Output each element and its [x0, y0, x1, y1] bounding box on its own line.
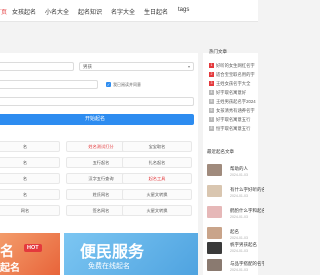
hot-article-item[interactable]: 5 王姓男孩起名字2024: [209, 99, 261, 107]
nav-item-naming-knowledge[interactable]: 起名知识: [78, 7, 102, 16]
hot-article-item[interactable]: 8 恒字取名寓意五行: [209, 126, 261, 134]
article-date: 2024-01-03: [230, 249, 248, 253]
hot-article-title: 适合宝宝取名用的字: [216, 72, 255, 77]
article-title[interactable]: 有什么字好听的名字: [230, 187, 264, 193]
nav-item-name-list[interactable]: 名字大全: [111, 7, 135, 16]
article-thumbnail[interactable]: [207, 164, 222, 176]
hot-article-title: 好听的女生网红名字: [216, 63, 255, 68]
tool-link[interactable]: 网名: [0, 205, 60, 216]
nav-item-nicknames[interactable]: 小名大全: [45, 7, 69, 16]
gender-value: 男孩: [83, 64, 92, 69]
promo-banner-service[interactable]: 便民服务 免费在线起名: [64, 233, 198, 275]
chevron-down-icon: ▾: [187, 64, 190, 69]
hot-article-title: 好字取名寓意五行: [216, 117, 251, 122]
article-title[interactable]: 鹤酌什么字和起名: [230, 208, 264, 214]
article-thumbnail[interactable]: [207, 185, 222, 197]
article-date: 2024-01-03: [230, 215, 248, 219]
hot-article-title: 恒字取名寓意五行: [216, 126, 251, 131]
article-title[interactable]: 帮助的人: [230, 166, 264, 172]
agree-label: 我已阅读并同意: [113, 82, 141, 87]
article-date: 2024-01-03: [230, 194, 248, 198]
article-thumbnail[interactable]: [207, 259, 222, 271]
rank-badge: 2: [209, 72, 214, 78]
article-title[interactable]: 起名: [230, 229, 264, 235]
rank-badge: 7: [209, 117, 214, 123]
article-date: 2024-01-03: [230, 236, 248, 240]
tool-link[interactable]: 名: [0, 173, 60, 184]
article-thumbnail[interactable]: [207, 242, 222, 254]
top-nav: 首页 女孩起名 小名大全 起名知识 名字大全 生日起名 tags: [0, 0, 258, 22]
latest-articles-title: 最近起名文章: [207, 149, 234, 154]
rank-badge: 4: [209, 90, 214, 96]
tool-link[interactable]: 扎名起名: [122, 157, 192, 168]
tool-link[interactable]: 火星文转换: [122, 205, 192, 216]
article-title[interactable]: 与品字搭配的名字: [230, 261, 264, 267]
banner-text: 便民服务: [80, 244, 145, 261]
article-date: 2024-01-03: [230, 268, 248, 272]
rank-badge: 6: [209, 108, 214, 114]
article-thumbnail[interactable]: [207, 206, 222, 218]
hot-article-title: 王姓男孩起名字2024: [216, 99, 256, 104]
nav-item-girl-names[interactable]: 女孩起名: [12, 7, 36, 16]
hot-badge: HOT: [24, 244, 42, 252]
hot-article-item[interactable]: 7 好字取名寓意五行: [209, 117, 261, 125]
hot-article-item[interactable]: 4 好字取名寓意好: [209, 90, 261, 98]
hot-articles-title: 热门文章: [209, 49, 227, 54]
tool-link[interactable]: 名: [0, 141, 60, 152]
rank-badge: 1: [209, 63, 214, 69]
tool-link[interactable]: 名: [0, 189, 60, 200]
hot-article-title: 好字取名寓意好: [216, 90, 247, 95]
rank-badge: 8: [209, 126, 214, 132]
rank-badge: 5: [209, 99, 214, 105]
start-naming-button[interactable]: 开始起名: [0, 114, 194, 125]
nav-item-birthday-naming[interactable]: 生日起名: [144, 7, 168, 16]
gender-select[interactable]: 男孩 ▾: [79, 62, 194, 71]
hot-article-item[interactable]: 3 王姓女孩名字大全: [209, 81, 261, 89]
hot-article-item[interactable]: 6 女孩清秀有涵养名字: [209, 108, 261, 116]
article-date: 2024-01-03: [230, 173, 248, 177]
article-thumbnail[interactable]: [207, 227, 222, 239]
banner-text: 名: [0, 243, 14, 259]
surname-input[interactable]: [0, 62, 74, 71]
hot-article-item[interactable]: 2 适合宝宝取名用的字: [209, 72, 261, 80]
promo-banner-naming[interactable]: 名 HOT 起名: [0, 233, 60, 275]
hot-article-title: 女孩清秀有涵养名字: [216, 108, 255, 113]
extra-input[interactable]: [0, 97, 194, 106]
banner-subtext: 起名: [0, 263, 20, 274]
tool-link[interactable]: 起名工具: [122, 173, 192, 184]
tool-link[interactable]: 火星文转换: [122, 189, 192, 200]
tool-link[interactable]: 名: [0, 157, 60, 168]
article-title[interactable]: 帆字男孩起名: [230, 242, 264, 248]
nav-item-tags[interactable]: tags: [178, 7, 189, 13]
tool-link[interactable]: 宝宝取名: [122, 141, 192, 152]
banner-subtext: 免费在线起名: [88, 263, 130, 270]
nav-item-home[interactable]: 首页: [0, 7, 7, 16]
agree-checkbox[interactable]: ✓: [106, 82, 111, 87]
birthdate-input[interactable]: [0, 80, 98, 89]
rank-badge: 3: [209, 81, 214, 87]
hot-article-title: 王姓女孩名字大全: [216, 81, 251, 86]
hot-article-item[interactable]: 1 好听的女生网红名字: [209, 63, 261, 71]
